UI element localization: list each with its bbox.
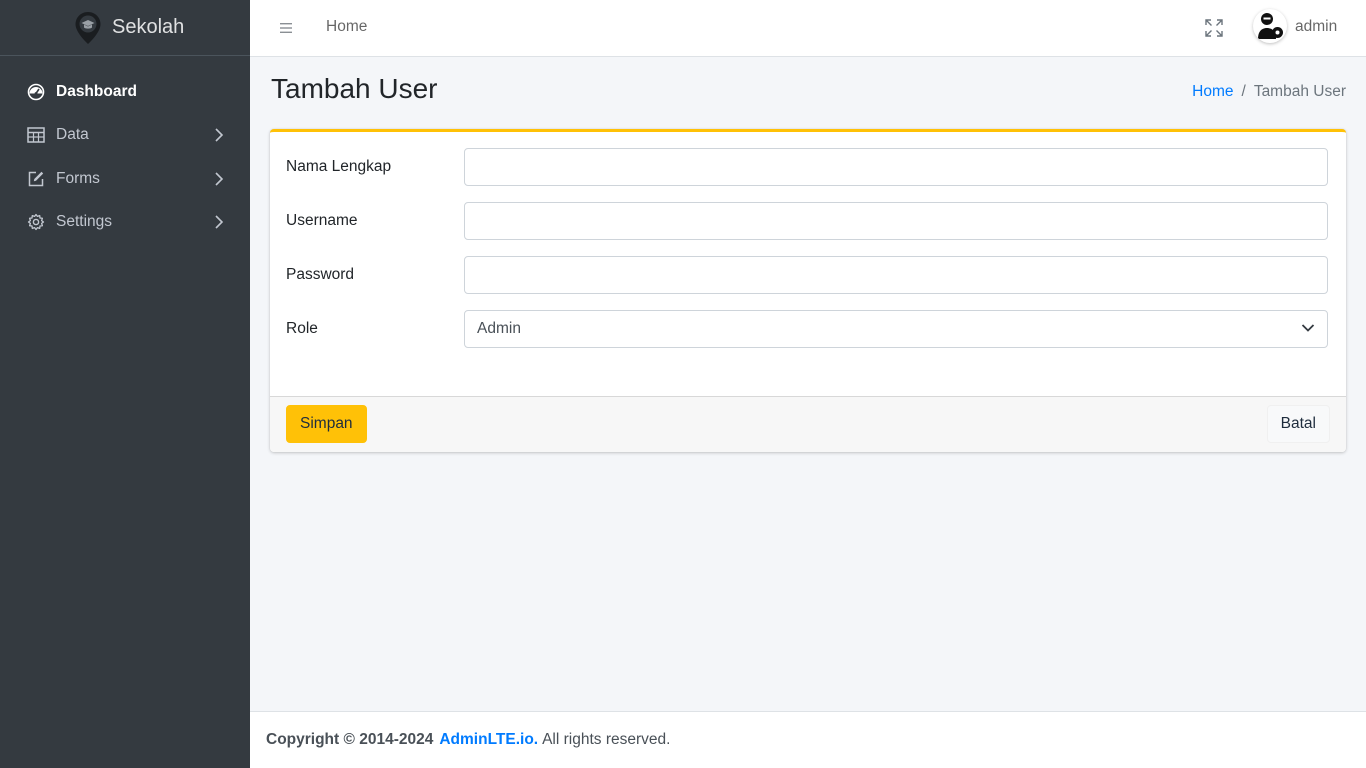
chevron-right-icon	[212, 128, 226, 142]
username-label: Username	[286, 212, 358, 229]
add-user-card: Nama Lengkap Username Password Role Admi…	[270, 129, 1346, 452]
chevron-right-icon	[212, 215, 226, 229]
breadcrumb-current: Tambah User	[1253, 83, 1346, 100]
brand-link[interactable]: Sekolah	[0, 0, 250, 56]
sidebar-item-dashboard[interactable]: Dashboard	[0, 70, 250, 114]
footer-rights: All rights reserved.	[542, 731, 671, 748]
nama-lengkap-label: Nama Lengkap	[286, 158, 392, 175]
cancel-button[interactable]: Batal	[1266, 405, 1330, 443]
user-avatar[interactable]	[1253, 9, 1287, 43]
password-label: Password	[286, 266, 355, 283]
sidebar-item-data[interactable]: Data	[0, 114, 250, 158]
sidebar-item-label: Data	[56, 126, 89, 144]
card-footer: Simpan Batal	[270, 396, 1346, 452]
nama-lengkap-input[interactable]	[464, 148, 1328, 186]
role-label: Role	[286, 320, 318, 337]
edit-icon	[27, 170, 45, 188]
sidebar-item-label: Settings	[56, 213, 113, 231]
sidebar-nav: Dashboard Data Forms Settings	[0, 56, 250, 244]
form-row-nama-lengkap: Nama Lengkap	[286, 148, 1328, 186]
sidebar-item-label: Forms	[56, 169, 100, 187]
role-selected-value: Admin	[477, 320, 521, 337]
gear-icon	[27, 213, 45, 231]
breadcrumb-home-link[interactable]: Home	[1192, 83, 1233, 101]
form-row-role: Role Admin	[286, 310, 1328, 348]
save-button[interactable]: Simpan	[286, 405, 367, 443]
main-footer: Copyright © 2014-2024 AdminLTE.io. All r…	[250, 711, 1366, 768]
top-navbar: Home admin	[250, 0, 1366, 57]
page-title: Tambah User	[271, 73, 438, 104]
gauge-icon	[27, 83, 45, 101]
form-row-password: Password	[286, 256, 1328, 294]
user-name[interactable]: admin	[1295, 18, 1337, 36]
footer-adminlte-link[interactable]: AdminLTE.io.	[439, 731, 538, 749]
breadcrumb-separator: /	[1241, 83, 1246, 100]
chevron-right-icon	[212, 172, 226, 186]
password-input[interactable]	[464, 256, 1328, 294]
breadcrumb: Home / Tambah User	[1192, 83, 1346, 101]
brand-text: Sekolah	[112, 16, 185, 38]
navbar-home-link[interactable]: Home	[326, 18, 367, 36]
map-pin-graduation-icon	[74, 11, 102, 45]
hamburger-icon[interactable]	[279, 19, 293, 37]
username-input[interactable]	[464, 202, 1328, 240]
fullscreen-icon[interactable]	[1204, 18, 1224, 38]
footer-copyright: Copyright © 2014-2024	[266, 731, 434, 748]
role-select[interactable]: Admin	[464, 310, 1328, 348]
form-row-username: Username	[286, 202, 1328, 240]
sidebar-item-forms[interactable]: Forms	[0, 157, 250, 201]
sidebar-item-settings[interactable]: Settings	[0, 201, 250, 245]
main-sidebar: Sekolah Dashboard Data Forms Settings	[0, 0, 250, 768]
table-icon	[27, 126, 45, 144]
chevron-down-icon	[1301, 320, 1315, 338]
sidebar-item-label: Dashboard	[56, 82, 137, 100]
